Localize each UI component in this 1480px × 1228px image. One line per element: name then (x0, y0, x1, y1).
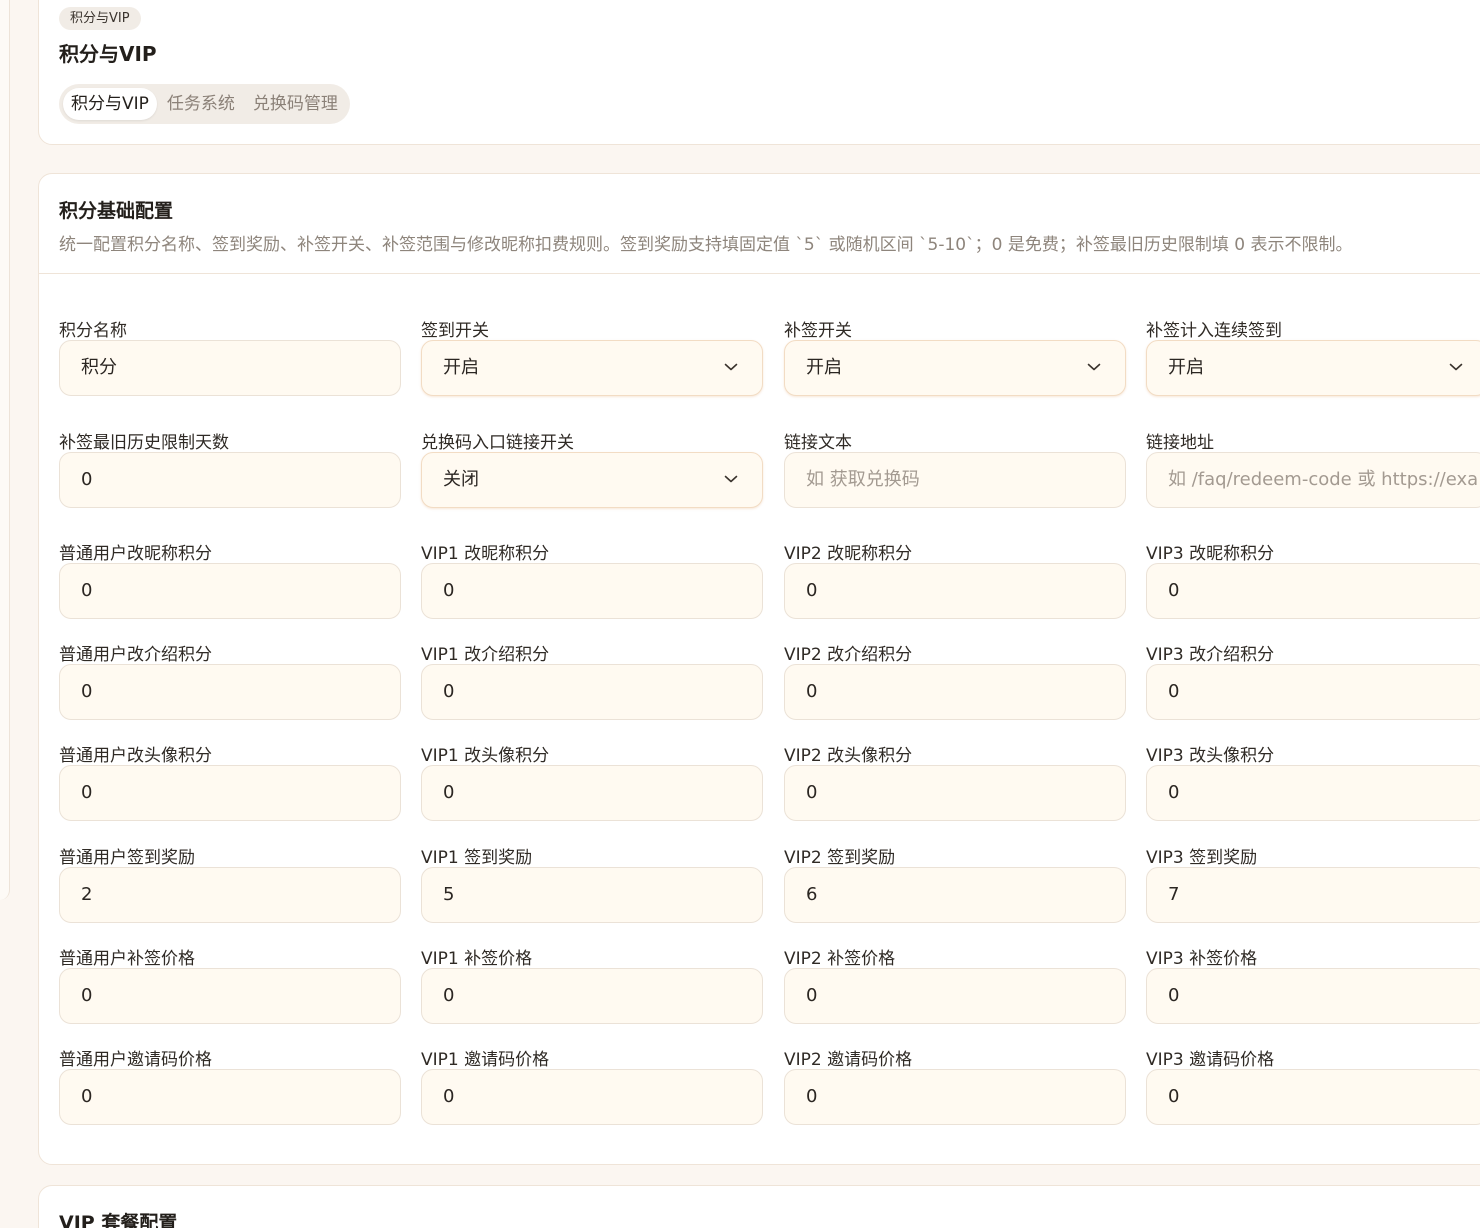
chevron-down-icon (1449, 363, 1463, 371)
field-label: 普通用户签到奖励 (59, 848, 195, 868)
select-dropdown[interactable]: 开启 (1146, 340, 1480, 396)
field-label: VIP2 签到奖励 (784, 848, 896, 868)
field-label: VIP3 改介绍积分 (1146, 645, 1275, 665)
chevron-down-icon (724, 363, 738, 371)
chevron-down-icon (724, 475, 738, 483)
page-header-card: 积分与VIP 积分与VIP 积分与VIP 任务系统 兑换码管理 (38, 0, 1480, 145)
field-label: 补签计入连续签到 (1146, 321, 1282, 341)
field-label: 普通用户改昵称积分 (59, 544, 212, 564)
field-label: VIP1 签到奖励 (421, 848, 533, 868)
field-label: 普通用户改头像积分 (59, 746, 212, 766)
field-label: 补签最旧历史限制天数 (59, 433, 229, 453)
field-label: VIP3 签到奖励 (1146, 848, 1258, 868)
field-label: VIP3 改昵称积分 (1146, 544, 1275, 564)
text-input[interactable]: 0 (421, 968, 763, 1024)
chevron-down-icon (1087, 363, 1101, 371)
text-input[interactable]: 2 (59, 867, 401, 923)
text-input[interactable]: 如 获取兑换码 (784, 452, 1126, 508)
select-dropdown[interactable]: 开启 (421, 340, 763, 396)
field-label: 链接地址 (1146, 433, 1214, 453)
sidebar-edge (0, 0, 10, 900)
vip-plan-config-card: VIP 套餐配置 (38, 1185, 1480, 1228)
text-input[interactable]: 6 (784, 867, 1126, 923)
field-label: 链接文本 (784, 433, 852, 453)
select-dropdown[interactable]: 关闭 (421, 452, 763, 508)
text-input[interactable]: 0 (59, 1069, 401, 1125)
text-input[interactable]: 0 (1146, 1069, 1480, 1125)
text-input[interactable]: 0 (59, 968, 401, 1024)
field-label: 普通用户补签价格 (59, 949, 195, 969)
field-label: VIP3 补签价格 (1146, 949, 1258, 969)
field-label: 普通用户邀请码价格 (59, 1050, 212, 1070)
field-label: 补签开关 (784, 321, 852, 341)
text-input[interactable]: 7 (1146, 867, 1480, 923)
field-label: VIP1 改昵称积分 (421, 544, 550, 564)
text-input[interactable]: 0 (59, 563, 401, 619)
config-header: 积分基础配置 统一配置积分名称、签到奖励、补签开关、补签范围与修改昵称扣费规则。… (39, 174, 1480, 274)
text-input[interactable]: 0 (1146, 968, 1480, 1024)
text-input[interactable]: 0 (1146, 664, 1480, 720)
text-input[interactable]: 0 (421, 1069, 763, 1125)
text-input[interactable]: 0 (784, 765, 1126, 821)
field-label: VIP3 邀请码价格 (1146, 1050, 1275, 1070)
text-input[interactable]: 0 (59, 664, 401, 720)
tab-task-system[interactable]: 任务系统 (159, 88, 243, 120)
field-label: VIP1 邀请码价格 (421, 1050, 550, 1070)
text-input[interactable]: 0 (784, 968, 1126, 1024)
text-input[interactable]: 0 (784, 664, 1126, 720)
select-value: 开启 (1168, 357, 1204, 378)
field-label: VIP2 补签价格 (784, 949, 896, 969)
field-label: VIP3 改头像积分 (1146, 746, 1275, 766)
field-label: VIP2 邀请码价格 (784, 1050, 913, 1070)
text-input[interactable]: 0 (421, 563, 763, 619)
text-input[interactable]: 如 /faq/redeem-code 或 https://exa (1146, 452, 1480, 508)
points-config-card: 积分基础配置 统一配置积分名称、签到奖励、补签开关、补签范围与修改昵称扣费规则。… (38, 173, 1480, 1165)
field-label: 普通用户改介绍积分 (59, 645, 212, 665)
text-input[interactable]: 0 (1146, 765, 1480, 821)
page-title: 积分与VIP (59, 42, 157, 66)
field-label: VIP1 改头像积分 (421, 746, 550, 766)
field-label: VIP2 改介绍积分 (784, 645, 913, 665)
text-input[interactable]: 0 (59, 452, 401, 508)
text-input[interactable]: 0 (784, 1069, 1126, 1125)
field-label: VIP2 改昵称积分 (784, 544, 913, 564)
field-label: VIP2 改头像积分 (784, 746, 913, 766)
select-dropdown[interactable]: 开启 (784, 340, 1126, 396)
field-label: 兑换码入口链接开关 (421, 433, 574, 453)
tab-bar: 积分与VIP 任务系统 兑换码管理 (59, 84, 350, 124)
field-label: VIP1 改介绍积分 (421, 645, 550, 665)
section-badge: 积分与VIP (59, 7, 141, 30)
tab-points-vip[interactable]: 积分与VIP (63, 88, 157, 120)
text-input[interactable]: 0 (421, 765, 763, 821)
text-input[interactable]: 0 (421, 664, 763, 720)
text-input[interactable]: 积分 (59, 340, 401, 396)
config-title: 积分基础配置 (59, 200, 174, 222)
config-description: 统一配置积分名称、签到奖励、补签开关、补签范围与修改昵称扣费规则。签到奖励支持填… (59, 235, 1353, 255)
text-input[interactable]: 0 (784, 563, 1126, 619)
text-input[interactable]: 0 (1146, 563, 1480, 619)
text-input[interactable]: 5 (421, 867, 763, 923)
text-input[interactable]: 0 (59, 765, 401, 821)
select-value: 开启 (806, 357, 842, 378)
vip-plan-title: VIP 套餐配置 (59, 1212, 178, 1228)
select-value: 开启 (443, 357, 479, 378)
select-value: 关闭 (443, 469, 479, 490)
field-label: 签到开关 (421, 321, 489, 341)
tab-redeem-code-management[interactable]: 兑换码管理 (245, 88, 346, 120)
field-label: 积分名称 (59, 321, 127, 341)
field-label: VIP1 补签价格 (421, 949, 533, 969)
